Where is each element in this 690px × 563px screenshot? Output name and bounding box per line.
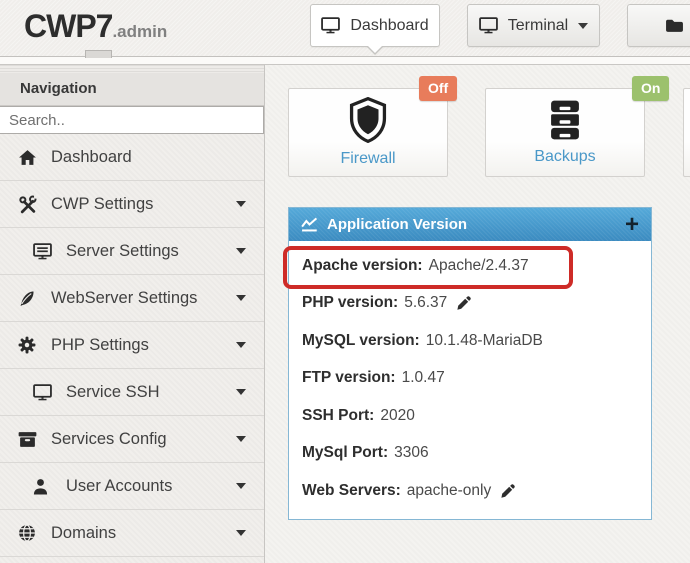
row-value: Apache/2.4.37 xyxy=(429,257,529,275)
widget-partial[interactable] xyxy=(683,88,690,177)
sidebar-item-label: CWP Settings xyxy=(51,195,153,214)
sidebar-item-server-settings[interactable]: Server Settings xyxy=(0,228,264,275)
sidebar-item-label: Domains xyxy=(51,524,116,543)
row-label: Apache version: xyxy=(302,257,423,275)
row-label: MySQL version: xyxy=(302,332,420,350)
sidebar-item-cwp-settings[interactable]: CWP Settings xyxy=(0,181,264,228)
application-version-panel: Application Version + Apache version: Ap… xyxy=(288,207,652,520)
caret-down-icon xyxy=(236,201,246,207)
monitor-icon xyxy=(321,17,340,34)
version-row-mysql: MySQL version: 10.1.48-MariaDB xyxy=(289,322,651,360)
sidebar-item-label: Service SSH xyxy=(66,383,160,402)
sidebar: Navigation Dashboard CWP Settings Server… xyxy=(0,65,265,563)
app-logo: CWP7.admin xyxy=(24,8,167,45)
row-label: MySql Port: xyxy=(302,444,388,462)
gear-icon xyxy=(18,336,40,354)
monitor-icon xyxy=(33,384,55,401)
version-row-web-servers: Web Servers: apache-only xyxy=(289,472,651,510)
widget-firewall[interactable]: Firewall xyxy=(288,88,448,177)
feather-icon xyxy=(18,290,40,307)
cwp-admin-dashboard: { "header": { "logo": { "brand": "CWP7",… xyxy=(0,0,690,563)
search-input[interactable] xyxy=(0,106,264,134)
tab-dashboard[interactable]: Dashboard xyxy=(310,4,440,47)
sidebar-item-services-config[interactable]: Services Config xyxy=(0,416,264,463)
version-row-php: PHP version: 5.6.37 xyxy=(289,285,651,323)
row-value: 3306 xyxy=(394,444,428,462)
logo-brand: CWP7 xyxy=(24,8,112,44)
sidebar-item-label: Server Settings xyxy=(66,242,179,261)
status-badge-firewall: Off xyxy=(419,76,457,101)
sidebar-item-domains[interactable]: Domains xyxy=(0,510,264,557)
panel-title: Application Version xyxy=(327,216,467,233)
sidebar-collapse-tab[interactable] xyxy=(85,50,112,58)
monitor-icon xyxy=(479,17,498,34)
row-label: Web Servers: xyxy=(302,482,401,500)
row-value: 5.6.37 xyxy=(404,294,447,312)
caret-down-icon xyxy=(236,436,246,442)
shield-icon xyxy=(348,97,388,143)
sidebar-item-php-settings[interactable]: PHP Settings xyxy=(0,322,264,369)
version-row-ftp: FTP version: 1.0.47 xyxy=(289,360,651,398)
row-label: FTP version: xyxy=(302,369,396,387)
caret-down-icon xyxy=(236,483,246,489)
sidebar-item-label: User Accounts xyxy=(66,477,172,496)
sidebar-item-dashboard[interactable]: Dashboard xyxy=(0,134,264,181)
caret-down-icon xyxy=(236,248,246,254)
row-label: SSH Port: xyxy=(302,407,374,425)
pencil-icon[interactable] xyxy=(500,483,516,499)
caret-down-icon xyxy=(578,23,588,29)
tab-terminal-label: Terminal xyxy=(508,17,568,35)
row-value: apache-only xyxy=(407,482,491,500)
widget-firewall-label: Firewall xyxy=(340,150,395,168)
sidebar-item-label: WebServer Settings xyxy=(51,289,197,308)
tab-file[interactable]: File xyxy=(627,4,690,47)
caret-down-icon xyxy=(236,342,246,348)
pencil-icon[interactable] xyxy=(456,295,472,311)
caret-down-icon xyxy=(236,389,246,395)
sidebar-texture-stripes xyxy=(0,65,264,73)
row-label: PHP version: xyxy=(302,294,398,312)
logo-suffix: .admin xyxy=(112,22,167,41)
tab-dashboard-label: Dashboard xyxy=(350,17,428,35)
sidebar-item-label: Dashboard xyxy=(51,148,132,167)
status-badge-backups: On xyxy=(632,76,669,101)
chart-line-icon xyxy=(301,217,318,232)
row-value: 10.1.48-MariaDB xyxy=(426,332,543,350)
monitor-icon xyxy=(33,243,55,260)
sidebar-search xyxy=(0,106,264,134)
row-value: 2020 xyxy=(380,407,414,425)
panel-header: Application Version + xyxy=(289,208,651,241)
user-icon xyxy=(33,478,55,495)
caret-down-icon xyxy=(236,530,246,536)
row-value: 1.0.47 xyxy=(402,369,445,387)
sidebar-item-user-accounts[interactable]: User Accounts xyxy=(0,463,264,510)
version-row-ssh-port: SSH Port: 2020 xyxy=(289,397,651,435)
folder-icon xyxy=(665,18,684,33)
widget-backups-label: Backups xyxy=(534,148,595,166)
tools-icon xyxy=(18,195,40,214)
archive-icon xyxy=(18,431,40,448)
sidebar-item-label: PHP Settings xyxy=(51,336,149,355)
plus-icon[interactable]: + xyxy=(625,213,639,237)
sidebar-item-webserver-settings[interactable]: WebServer Settings xyxy=(0,275,264,322)
tab-terminal[interactable]: Terminal xyxy=(467,4,600,47)
app-header: CWP7.admin Dashboard Terminal File xyxy=(0,0,690,56)
version-row-mysql-port: MySql Port: 3306 xyxy=(289,435,651,473)
globe-icon xyxy=(18,524,40,542)
sidebar-item-label: Services Config xyxy=(51,430,167,449)
caret-down-icon xyxy=(236,295,246,301)
drawers-icon xyxy=(548,99,582,141)
version-row-apache: Apache version: Apache/2.4.37 xyxy=(289,247,651,285)
widget-backups[interactable]: Backups xyxy=(485,88,645,177)
sidebar-title: Navigation xyxy=(0,73,264,106)
panel-body: Apache version: Apache/2.4.37 PHP versio… xyxy=(289,241,651,510)
sidebar-item-service-ssh[interactable]: Service SSH xyxy=(0,369,264,416)
home-icon xyxy=(18,149,40,166)
